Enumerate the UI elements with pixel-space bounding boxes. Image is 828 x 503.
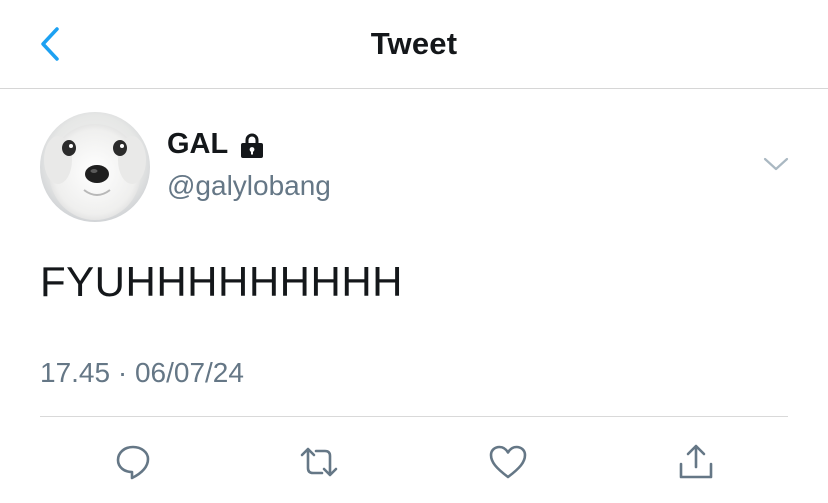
divider [40,416,788,417]
like-icon [489,445,527,479]
page-title: Tweet [370,26,458,61]
author-name-row: GAL [167,128,266,161]
reply-button[interactable] [111,440,155,484]
chevron-down-icon [763,157,789,171]
like-button[interactable] [486,440,530,484]
dog-avatar-image [40,112,150,222]
tweet-text: FYUHHHHHHHHH [40,258,403,305]
share-icon [679,444,713,479]
display-name[interactable]: GAL [167,128,228,161]
share-button[interactable] [674,440,718,484]
navigation-bar: Tweet [0,0,828,89]
tweet-options-button[interactable] [760,152,792,176]
author-handle[interactable]: @galylobang [167,170,331,202]
retweet-button[interactable] [297,440,341,484]
avatar[interactable] [40,112,150,222]
tweet-detail: GAL @galylobang FYUHHHHHHHHH 17.45 · 06/… [0,90,828,503]
tweet-actions [0,440,828,484]
reply-icon [116,445,150,480]
lock-icon [241,133,264,158]
tweet-timestamp: 17.45 · 06/07/24 [40,357,244,388]
retweet-icon [300,447,338,477]
